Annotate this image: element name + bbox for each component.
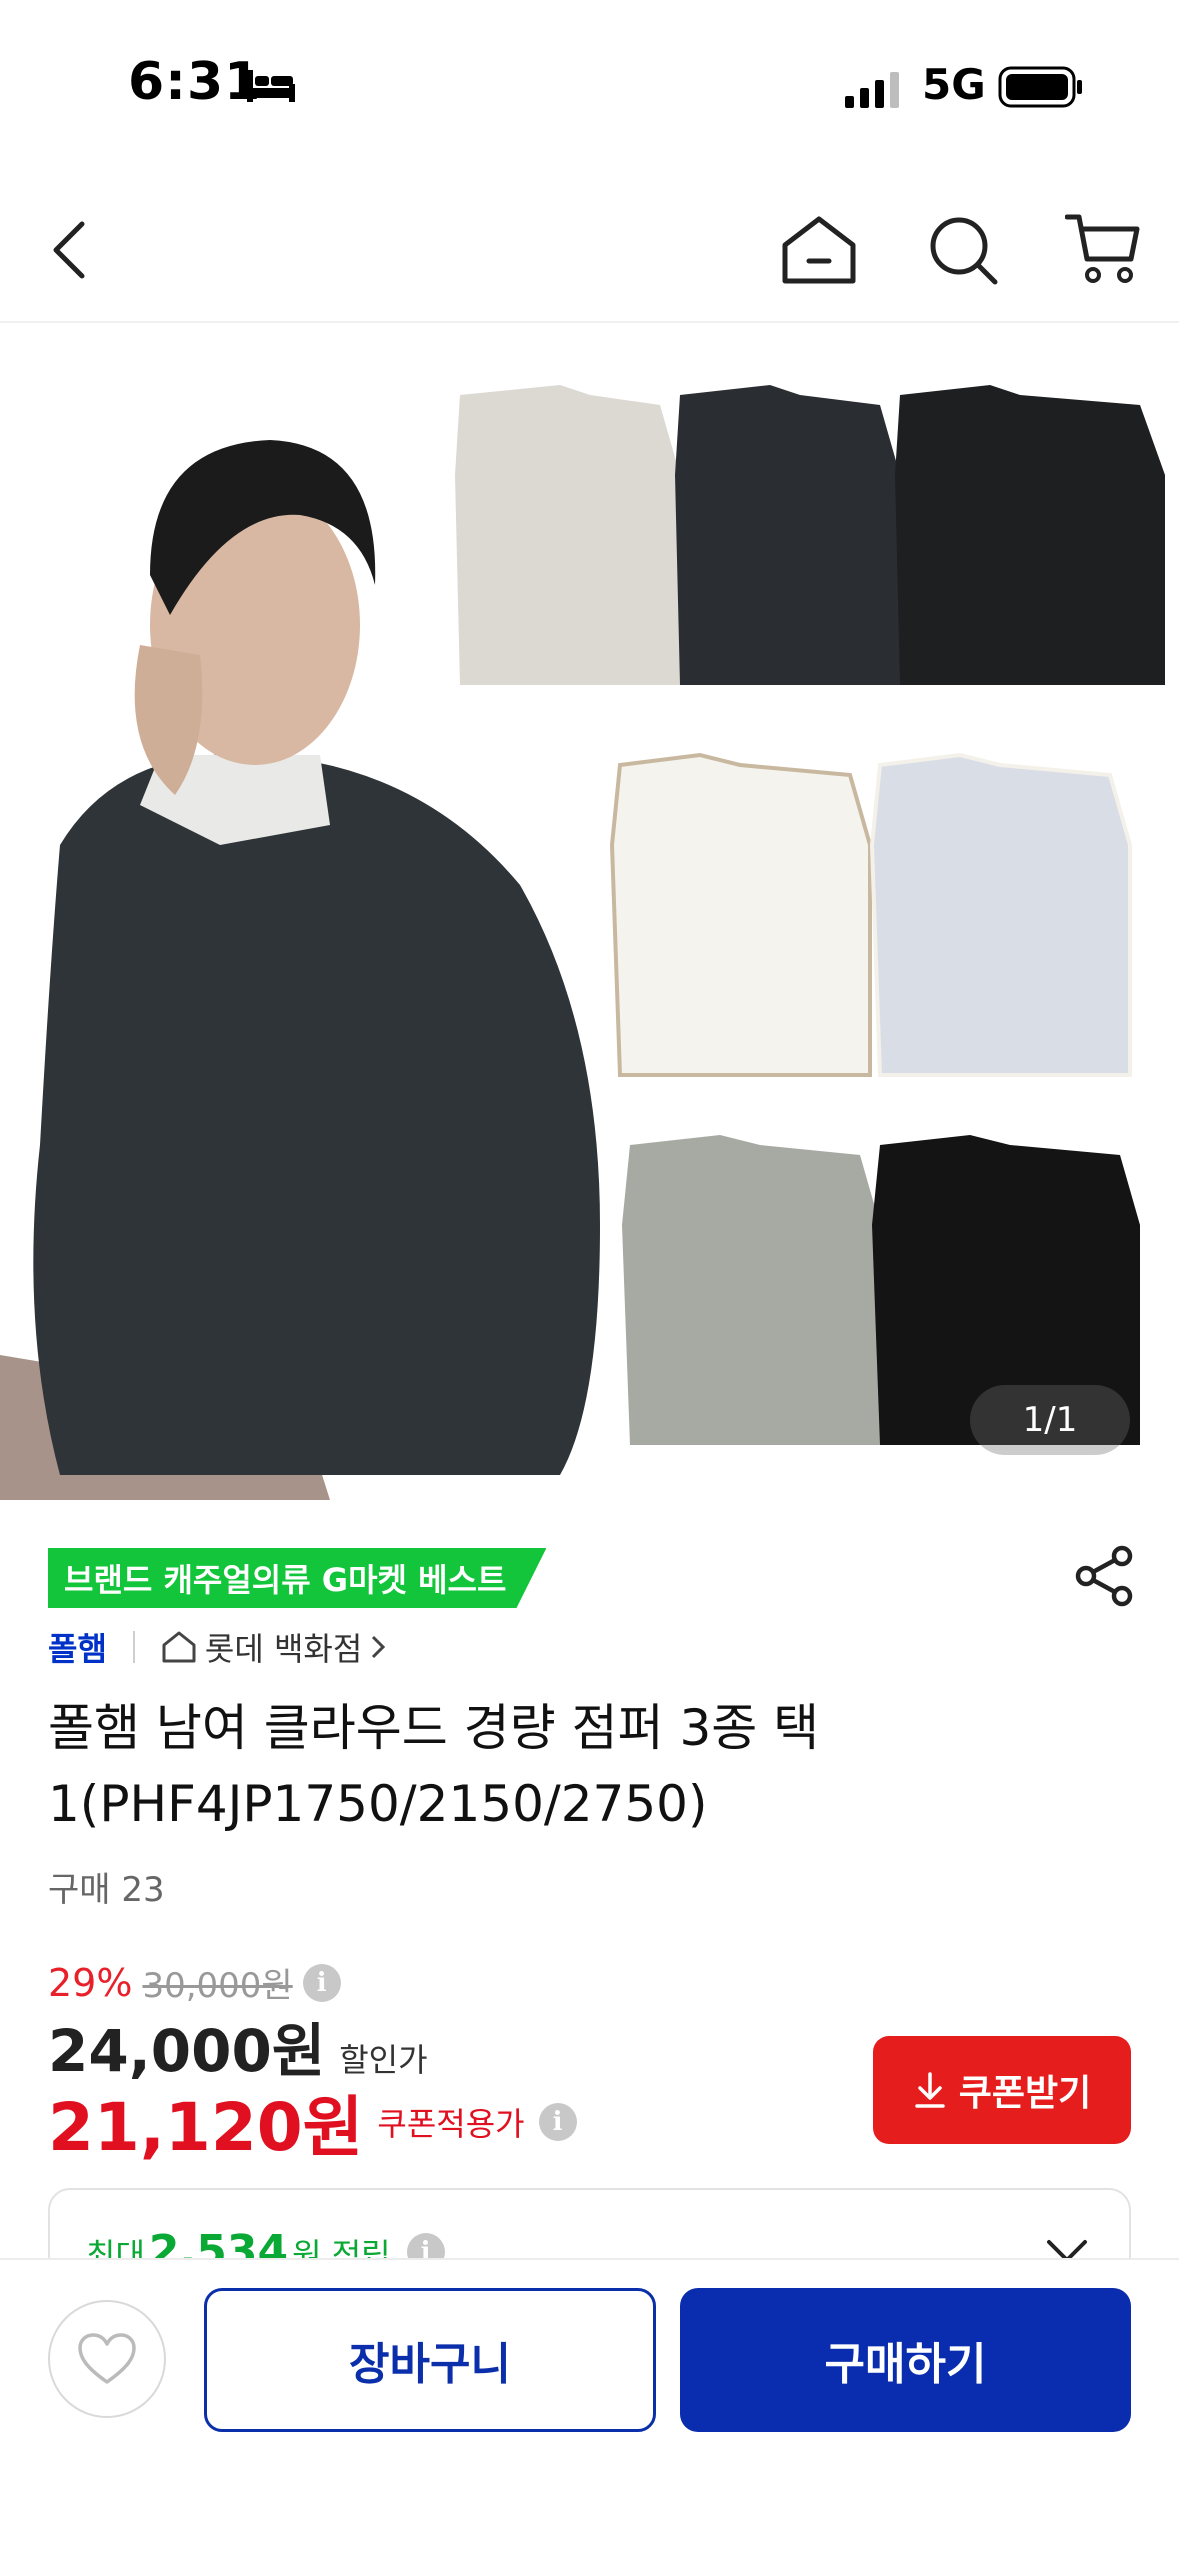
back-button[interactable] <box>25 205 115 295</box>
get-coupon-button[interactable]: 쿠폰받기 <box>873 2036 1131 2144</box>
wishlist-button[interactable] <box>48 2300 166 2418</box>
discount-rate: 29% <box>48 1960 133 2005</box>
original-price: 30,000원 <box>142 1966 293 2006</box>
chevron-right-icon <box>372 1635 386 1659</box>
signal-icon <box>845 72 899 108</box>
brand-link[interactable]: 폴햄 <box>48 1624 107 1670</box>
coupon-price: 21,120원 <box>48 2089 364 2166</box>
cart-icon <box>1065 214 1140 283</box>
image-counter: 1/1 <box>970 1385 1130 1455</box>
discount-row: 29% 30,000원 i <box>48 1958 341 2007</box>
product-photo <box>0 325 1179 1500</box>
bottom-bar: 장바구니 구매하기 <box>0 2258 1179 2556</box>
search-icon <box>930 217 998 285</box>
battery-icon <box>998 66 1082 108</box>
product-title-line2: 1(PHF4JP1750/2150/2750) <box>48 1775 708 1833</box>
info-icon[interactable]: i <box>302 1963 341 2002</box>
get-coupon-label: 쿠폰받기 <box>958 2073 1092 2114</box>
cart-button[interactable] <box>1058 205 1148 295</box>
divider <box>132 1631 135 1663</box>
buy-now-button[interactable]: 구매하기 <box>680 2288 1131 2432</box>
brand-row: 폴햄 롯데 백화점 <box>48 1622 386 1672</box>
search-button[interactable] <box>918 205 1008 295</box>
store-home-icon <box>162 1631 196 1663</box>
status-bar: 6:31 5G <box>0 0 1179 175</box>
back-arrow-icon <box>53 221 85 279</box>
share-button[interactable] <box>1070 1540 1142 1612</box>
coupon-info-icon[interactable]: i <box>538 2103 577 2141</box>
product-title-line1: 폴햄 남여 클라우드 경량 점퍼 3종 택 <box>48 1699 820 1757</box>
network-label: 5G <box>922 60 986 109</box>
coupon-row: 21,120원 쿠폰적용가 i <box>48 2074 577 2170</box>
share-icon <box>1075 1545 1133 1607</box>
best-badge: 브랜드 캐주얼의류 G마켓 베스트 <box>48 1548 547 1608</box>
home-button[interactable] <box>774 205 864 295</box>
add-to-cart-button[interactable]: 장바구니 <box>204 2288 656 2432</box>
bed-icon <box>247 70 295 102</box>
product-image[interactable] <box>0 325 1179 1500</box>
coupon-label: 쿠폰적용가 <box>377 2105 525 2143</box>
home-icon <box>782 216 856 284</box>
store-name: 롯데 백화점 <box>204 1630 363 1668</box>
product-title: 폴햄 남여 클라우드 경량 점퍼 3종 택 1(PHF4JP1750/2150/… <box>48 1690 1128 1842</box>
heart-icon <box>78 2333 136 2384</box>
purchase-count: 구매 23 <box>48 1870 165 1910</box>
status-time: 6:31 <box>128 52 262 112</box>
download-icon <box>915 2072 945 2108</box>
nav-bar <box>0 175 1179 323</box>
store-link[interactable]: 롯데 백화점 <box>161 1624 386 1670</box>
